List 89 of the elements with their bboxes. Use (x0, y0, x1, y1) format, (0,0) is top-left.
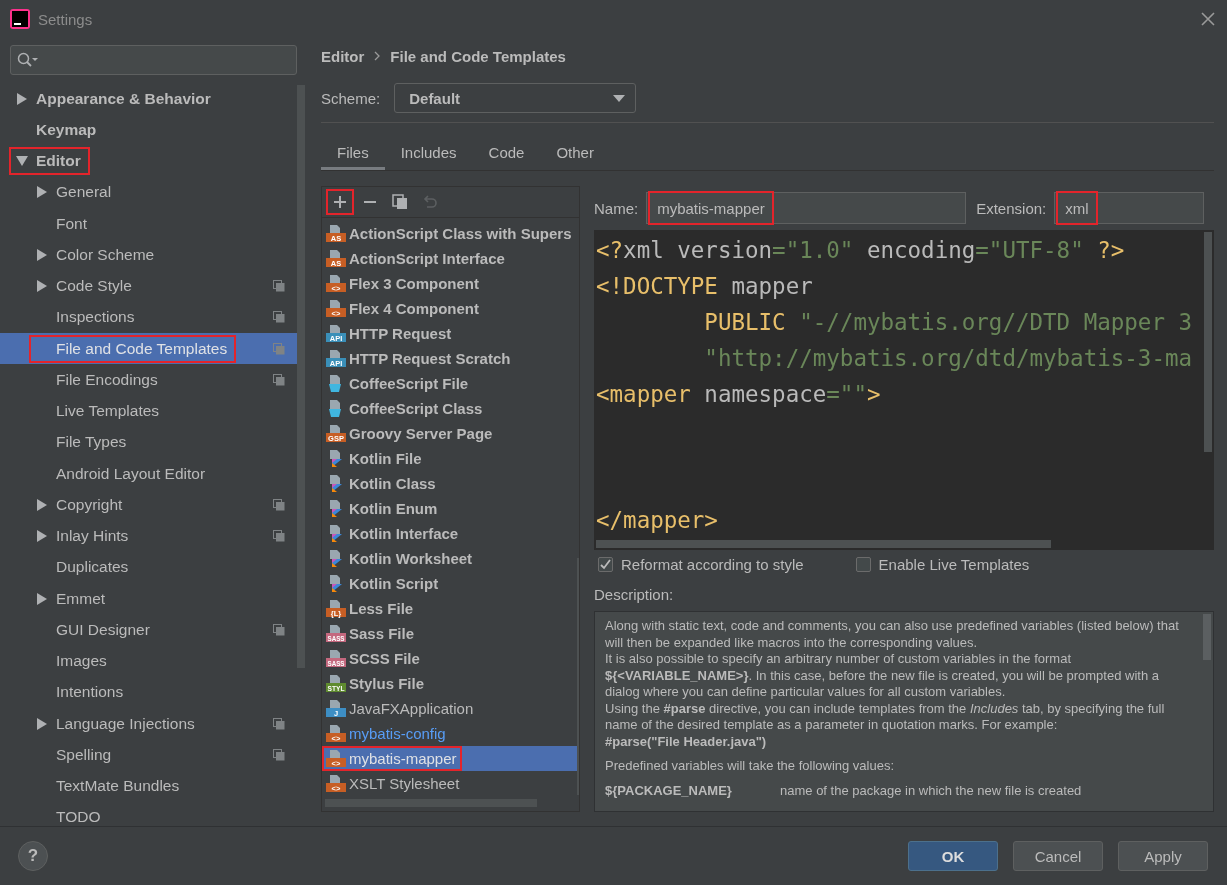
variable-description: name of the package in which the new file is created (780, 782, 1082, 799)
sidebar-item[interactable]: File Encodings (0, 364, 297, 396)
sidebar-item[interactable]: Keymap (0, 114, 297, 146)
caret-down-icon[interactable] (16, 156, 28, 167)
field-label: Extension: (976, 199, 1047, 217)
tab[interactable]: Other (540, 135, 610, 170)
extension-field[interactable]: xml (1054, 192, 1205, 224)
description-text: Along with static text, code and comments, you can also use predefined variables (listed below) that will then be expanded like macros into the corresponding values. (605, 618, 1180, 651)
template-item[interactable]: Kotlin Worksheet (322, 546, 577, 571)
sidebar-item[interactable]: Language Injections (0, 708, 297, 740)
checkbox[interactable]: Enable Live Templates (855, 555, 1030, 573)
sidebar-item[interactable]: File and Code Templates (0, 333, 297, 365)
dropdown-arrow-icon (613, 94, 626, 102)
scrollbar[interactable] (1204, 232, 1212, 452)
help-button[interactable]: ? (18, 841, 48, 871)
dialog-button[interactable]: Cancel (1013, 841, 1103, 871)
tab[interactable]: Includes (384, 135, 473, 170)
app-logo-icon (10, 9, 30, 29)
sidebar-item[interactable]: Color Scheme (0, 239, 297, 271)
search-icon (17, 52, 39, 68)
caret-right-icon[interactable] (37, 498, 47, 511)
description-text: Predefined variables will take the following values: (605, 758, 896, 775)
window-title: Settings (38, 10, 93, 28)
template-item[interactable]: Kotlin Class (322, 471, 577, 496)
breadcrumb-item: File and Code Templates (390, 47, 566, 65)
code-editor[interactable]: <?xml version="1.0" encoding="UTF-8" ?> <!DOCTYPE mapper PUBLIC "-//mybatis.org//DTD Mapper 3 "http://mybatis.org/dtd/mybatis-3-ma <mapper namespace=""> </mapper> (594, 230, 1214, 550)
scheme-dropdown[interactable]: Default (394, 83, 637, 113)
code-line: <mapper namespace=""> (596, 380, 882, 409)
caret-right-icon[interactable] (37, 248, 47, 261)
sidebar-item[interactable]: File Types (0, 426, 297, 458)
tab[interactable]: Files (321, 135, 385, 170)
scheme-label: Scheme: (321, 89, 381, 107)
section-label: Description: (594, 586, 674, 603)
code-line: PUBLIC "-//mybatis.org//DTD Mapper 3 (703, 308, 1194, 337)
template-item[interactable]: CoffeeScript Class (322, 396, 577, 421)
caret-right-icon[interactable] (37, 717, 47, 730)
sidebar-item[interactable]: Font (0, 208, 297, 240)
chevron-right-icon (374, 51, 381, 61)
caret-right-icon[interactable] (37, 280, 47, 293)
sidebar-item[interactable]: Spelling (0, 739, 297, 771)
undo-icon (422, 194, 438, 210)
sidebar-item[interactable]: TODO (0, 801, 297, 826)
caret-right-icon[interactable] (37, 592, 47, 605)
caret-right-icon[interactable] (37, 530, 47, 543)
sidebar-item[interactable]: Emmet (0, 583, 297, 615)
checkmark-icon (600, 558, 611, 570)
sidebar-item[interactable]: Images (0, 645, 297, 677)
sidebar-item[interactable]: GUI Designer (0, 614, 297, 646)
sidebar-item[interactable]: Appearance & Behavior (0, 83, 297, 115)
close-icon[interactable] (1201, 12, 1215, 26)
copy-icon (392, 194, 408, 210)
template-item[interactable]: Kotlin File (322, 446, 577, 471)
field-label: Name: (594, 199, 639, 217)
tab[interactable]: Code (472, 135, 541, 170)
code-line: "http://mybatis.org/dtd/mybatis-3-ma (703, 344, 1194, 373)
template-item[interactable]: Kotlin Script (322, 571, 577, 596)
name-field[interactable]: mybatis-mapper (646, 192, 967, 224)
scrollbar[interactable] (297, 85, 305, 668)
sidebar-item[interactable]: Duplicates (0, 551, 297, 583)
sidebar-item[interactable]: Intentions (0, 676, 297, 708)
template-item[interactable]: CoffeeScript File (322, 371, 577, 396)
ok-button[interactable]: OK (908, 841, 998, 871)
template-item[interactable]: Kotlin Interface (322, 521, 577, 546)
description-text: Using the #parse directive, you can include templates from the Includes tab, by specifying the full name of the desired template as a parameter in quotation marks. For example: (605, 700, 1166, 734)
description-text: It is also possible to specify an arbitrary number of custom variables in the format ${<VARIABLE_NAME>}. In this case, before the new file is created, you will be prompted with a dialog where you can define particular values for all custom variables. (605, 651, 1160, 701)
code-line: <!DOCTYPE mapper (596, 272, 814, 301)
caret-right-icon[interactable] (37, 186, 47, 199)
toolbar-button[interactable] (327, 190, 353, 214)
sidebar-item[interactable]: Inspections (0, 301, 297, 333)
scrollbar[interactable] (596, 540, 1051, 548)
dialog-button[interactable]: Apply (1118, 841, 1208, 871)
sidebar-item[interactable]: Inlay Hints (0, 520, 297, 552)
breadcrumb-item: Editor (321, 47, 365, 65)
sidebar-item[interactable]: TextMate Bundles (0, 770, 297, 802)
sidebar-item[interactable]: Copyright (0, 489, 297, 521)
variable-name: ${PACKAGE_NAME} (605, 782, 733, 799)
sidebar-item[interactable]: Editor (0, 145, 297, 177)
caret-right-icon[interactable] (17, 92, 27, 105)
search-field[interactable] (10, 45, 297, 75)
template-item[interactable]: Kotlin Enum (322, 496, 577, 521)
sidebar-item[interactable]: Code Style (0, 270, 297, 302)
code-line: <?xml version="1.0" encoding="UTF-8" ?> (596, 236, 1126, 265)
checkbox[interactable]: Reformat according to style (598, 555, 804, 573)
description-text: #parse("File Header.java") (605, 733, 768, 750)
sidebar-item[interactable]: Android Layout Editor (0, 458, 297, 490)
code-line: </mapper> (596, 506, 719, 535)
sidebar-item[interactable]: Live Templates (0, 395, 297, 427)
sidebar-item[interactable]: General (0, 176, 297, 208)
plus-icon (333, 195, 347, 209)
